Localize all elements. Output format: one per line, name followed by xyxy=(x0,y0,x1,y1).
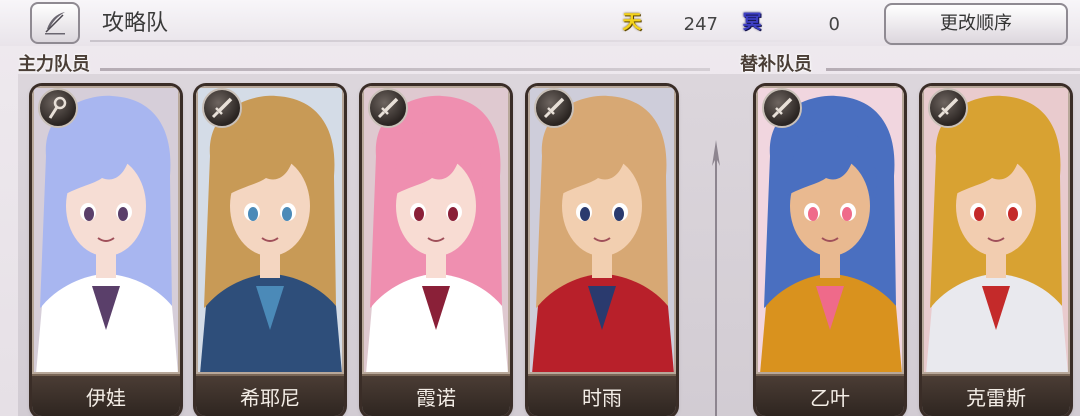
team-title: 攻略队 xyxy=(102,11,169,36)
iris-right xyxy=(282,207,292,221)
member-name-2: 希耶尼 xyxy=(240,386,300,410)
member-card-2[interactable]: 希耶尼 xyxy=(196,86,344,416)
sky-currency-count: 247 xyxy=(683,14,718,35)
sub-member-card-1[interactable]: 乙叶 xyxy=(756,86,904,416)
iris-right xyxy=(448,207,458,221)
member-name-3: 霞诺 xyxy=(416,386,456,410)
portrait-4 xyxy=(528,86,676,374)
dark-currency-count: 0 xyxy=(828,14,840,35)
sword-icon xyxy=(928,88,968,128)
iris-left xyxy=(414,207,424,221)
sky-currency-icon: 天 xyxy=(622,11,642,33)
member-name-1: 伊娃 xyxy=(86,386,126,410)
iris-left xyxy=(248,207,258,221)
section-divider xyxy=(712,140,720,416)
rename-team-button[interactable] xyxy=(30,2,80,44)
portrait-2 xyxy=(196,86,344,374)
portrait-1 xyxy=(32,86,180,374)
name-bar-2: 希耶尼 xyxy=(196,374,344,416)
staff-icon xyxy=(38,88,78,128)
quill-icon xyxy=(45,12,65,35)
name-bar-4: 时雨 xyxy=(528,374,676,416)
member-card-1[interactable]: 伊娃 xyxy=(32,86,180,416)
iris-left xyxy=(580,207,590,221)
member-card-4[interactable]: 时雨 xyxy=(528,86,676,416)
title-underline xyxy=(90,40,850,42)
sword-icon xyxy=(202,88,242,128)
member-name-4: 时雨 xyxy=(582,386,622,410)
sword-icon xyxy=(762,88,802,128)
name-bar-3: 霞诺 xyxy=(362,374,510,416)
iris-left xyxy=(974,207,984,221)
name-bar-1: 伊娃 xyxy=(32,374,180,416)
iris-right xyxy=(842,207,852,221)
main-members-label: 主力队员 xyxy=(18,54,90,75)
sub-members-line xyxy=(826,68,1080,71)
main-members-line xyxy=(100,68,710,71)
portrait-6 xyxy=(922,86,1070,374)
sub-members-label: 替补队员 xyxy=(740,54,812,75)
iris-right xyxy=(118,207,128,221)
name-bar-5: 乙叶 xyxy=(756,374,904,416)
iris-right xyxy=(614,207,624,221)
dark-currency-icon: 冥 xyxy=(742,11,762,33)
sub-member-name-2: 克雷斯 xyxy=(966,386,1026,410)
sword-icon xyxy=(368,88,408,128)
sub-member-name-1: 乙叶 xyxy=(810,386,850,410)
member-card-3[interactable]: 霞诺 xyxy=(362,86,510,416)
change-order-button[interactable]: 更改顺序 xyxy=(884,3,1068,45)
sub-member-card-2[interactable]: 克雷斯 xyxy=(922,86,1070,416)
name-bar-6: 克雷斯 xyxy=(922,374,1070,416)
iris-right xyxy=(1008,207,1018,221)
sword-icon xyxy=(534,88,574,128)
iris-left xyxy=(808,207,818,221)
iris-left xyxy=(84,207,94,221)
portrait-5 xyxy=(756,86,904,374)
portrait-3 xyxy=(362,86,510,374)
